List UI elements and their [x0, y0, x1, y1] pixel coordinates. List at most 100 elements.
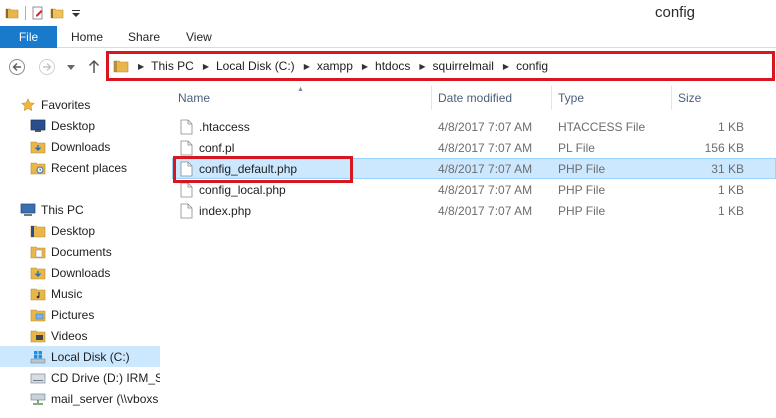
sort-ascending-icon: ▲	[297, 86, 304, 93]
back-icon[interactable]	[8, 58, 26, 76]
file-size: 156 KB	[704, 140, 744, 155]
breadcrumb-label: config	[516, 59, 549, 73]
file-date: 4/8/2017 7:07 AM	[438, 161, 533, 176]
computer-icon	[20, 203, 36, 216]
downloads-icon	[30, 141, 46, 153]
breadcrumb-label: xampp	[316, 59, 353, 73]
file-size: 1 KB	[717, 203, 744, 218]
nav-label: Downloads	[51, 139, 111, 154]
column-label: Date modified	[438, 91, 513, 105]
file-type: HTACCESS File	[558, 119, 646, 134]
downloads-icon	[30, 267, 46, 279]
nav-label: This PC	[41, 202, 84, 217]
toolbar-separator	[25, 6, 26, 20]
nav-item-local-disk[interactable]: Local Disk (C:)	[0, 346, 160, 367]
folder-icon	[113, 60, 129, 73]
nav-item-desktop-pc[interactable]: Desktop	[0, 220, 160, 241]
network-drive-icon	[30, 393, 46, 405]
file-name: index.php	[199, 203, 252, 218]
file-icon	[180, 203, 193, 218]
file-icon	[180, 140, 193, 155]
file-size: 31 KB	[711, 161, 744, 176]
file-name: config_local.php	[199, 182, 286, 197]
column-header-date[interactable]: Date modified	[432, 86, 552, 110]
breadcrumb: ▶ This PC ▶ Local Disk (C:) ▶ xampp ▶ htdocs…	[113, 57, 548, 75]
column-label: Size	[678, 91, 702, 105]
chevron-right-icon[interactable]: ▶	[304, 62, 310, 71]
file-name-cell: config_local.php	[180, 179, 286, 200]
windows-drive-icon	[30, 350, 46, 363]
file-row-selected[interactable]: config_default.php 4/8/2017 7:07 AM PHP …	[172, 158, 776, 179]
file-type: PHP File	[558, 182, 606, 197]
recent-locations-icon[interactable]	[66, 62, 76, 72]
chevron-right-icon[interactable]: ▶	[503, 62, 509, 71]
tab-view[interactable]: View	[186, 26, 212, 48]
desktop-icon	[30, 119, 46, 132]
file-date: 4/8/2017 7:07 AM	[438, 119, 533, 134]
nav-label: Favorites	[41, 97, 91, 112]
address-bar[interactable]: ▶ This PC ▶ Local Disk (C:) ▶ xampp ▶ htdocs…	[106, 51, 775, 81]
file-type: PHP File	[558, 161, 606, 176]
breadcrumb-label: htdocs	[375, 59, 411, 73]
breadcrumb-squirrelmail[interactable]: ▶ squirrelmail	[410, 59, 494, 73]
column-label: Type	[558, 91, 585, 105]
folder-icon[interactable]	[5, 6, 19, 20]
nav-this-pc[interactable]: This PC	[0, 199, 160, 220]
breadcrumb-config[interactable]: ▶ config	[494, 59, 548, 73]
chevron-right-icon[interactable]: ▶	[138, 62, 144, 71]
forward-icon[interactable]	[38, 58, 56, 76]
file-row[interactable]: index.php 4/8/2017 7:07 AM PHP File 1 KB	[172, 200, 776, 221]
nav-label: Local Disk (C:)	[51, 349, 130, 364]
nav-item-documents[interactable]: Documents	[0, 241, 160, 262]
file-row[interactable]: .htaccess 4/8/2017 7:07 AM HTACCESS File…	[172, 116, 776, 137]
column-header-type[interactable]: Type	[552, 86, 672, 110]
breadcrumb-htdocs[interactable]: ▶ htdocs	[353, 59, 411, 73]
customize-toolbar-icon[interactable]	[69, 6, 83, 20]
nav-item-downloads[interactable]: Downloads	[0, 136, 160, 157]
nav-item-mail-server[interactable]: mail_server (\\vboxs	[0, 388, 160, 409]
nav-label: Documents	[51, 244, 112, 259]
nav-label: CD Drive (D:) IRM_SS	[51, 370, 160, 385]
chevron-right-icon[interactable]: ▶	[419, 62, 425, 71]
file-type: PL File	[558, 140, 595, 155]
tab-share[interactable]: Share	[128, 26, 160, 48]
file-name-cell: .htaccess	[180, 116, 250, 137]
nav-item-downloads-pc[interactable]: Downloads	[0, 262, 160, 283]
documents-icon	[30, 246, 46, 258]
breadcrumb-label: Local Disk (C:)	[216, 59, 295, 73]
nav-favorites[interactable]: Favorites	[0, 94, 160, 115]
file-row[interactable]: config_local.php 4/8/2017 7:07 AM PHP Fi…	[172, 179, 776, 200]
nav-item-recent-places[interactable]: Recent places	[0, 157, 160, 178]
cd-drive-icon	[30, 373, 46, 383]
breadcrumb-local-disk[interactable]: ▶ Local Disk (C:)	[194, 59, 295, 73]
nav-item-desktop[interactable]: Desktop	[0, 115, 160, 136]
nav-item-pictures[interactable]: Pictures	[0, 304, 160, 325]
nav-label: mail_server (\\vboxs	[51, 391, 159, 406]
up-icon[interactable]	[86, 58, 102, 76]
chevron-right-icon[interactable]: ▶	[203, 62, 209, 71]
file-icon	[180, 161, 193, 176]
nav-label: Videos	[51, 328, 88, 343]
file-name: .htaccess	[199, 119, 250, 134]
nav-item-videos[interactable]: Videos	[0, 325, 160, 346]
file-type: PHP File	[558, 203, 606, 218]
file-name: config_default.php	[199, 161, 298, 176]
nav-item-cd-drive[interactable]: CD Drive (D:) IRM_SS	[0, 367, 160, 388]
file-row[interactable]: conf.pl 4/8/2017 7:07 AM PL File 156 KB	[172, 137, 776, 158]
nav-label: Music	[51, 286, 83, 301]
chevron-right-icon[interactable]: ▶	[362, 62, 368, 71]
tab-file[interactable]: File	[0, 26, 57, 48]
file-date: 4/8/2017 7:07 AM	[438, 203, 533, 218]
nav-label: Desktop	[51, 118, 96, 133]
column-header-size[interactable]: Size	[672, 86, 776, 110]
music-icon	[30, 288, 46, 300]
breadcrumb-this-pc[interactable]: ▶ This PC	[129, 59, 194, 73]
tab-home[interactable]: Home	[71, 26, 103, 48]
window-title: config	[655, 4, 696, 21]
breadcrumb-xampp[interactable]: ▶ xampp	[295, 59, 353, 73]
nav-item-music[interactable]: Music	[0, 283, 160, 304]
new-folder-icon[interactable]	[50, 6, 64, 20]
videos-icon	[30, 330, 46, 342]
nav-label: Pictures	[51, 307, 95, 322]
properties-icon[interactable]	[31, 6, 45, 20]
